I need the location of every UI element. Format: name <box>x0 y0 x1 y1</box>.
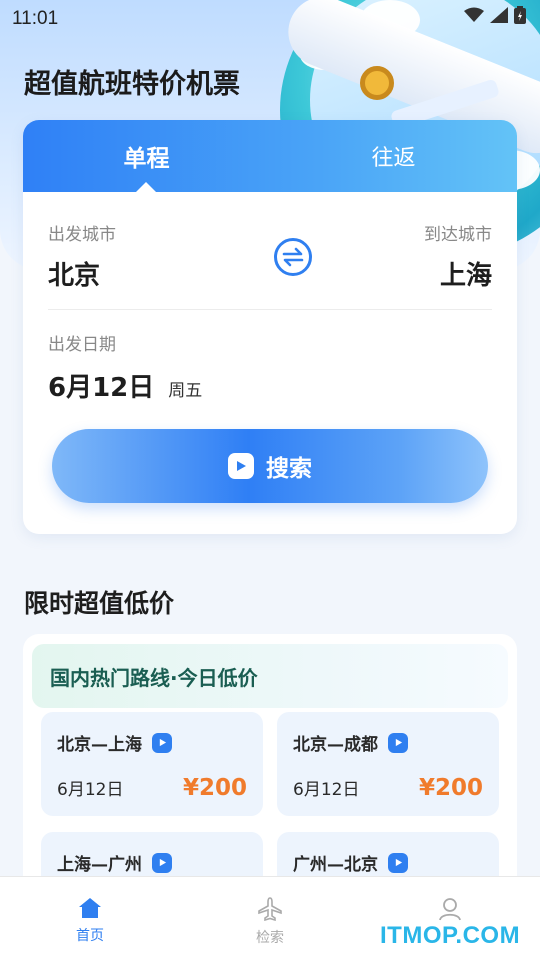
signal-icon <box>490 7 508 23</box>
user-icon <box>439 898 461 921</box>
deals-header: 国内热门路线·今日低价 <box>32 644 508 708</box>
date-value: 6月12日 <box>48 373 155 403</box>
route-date: 6月12日 <box>57 780 124 800</box>
search-card: 单程 往返 出发城市 北京 到达城市 上海 出发日期 6月12日 周五 搜索 <box>23 120 517 534</box>
play-icon <box>152 732 172 753</box>
route-card[interactable]: 北京—上海 6月12日 ¥200 <box>41 712 263 816</box>
wifi-icon <box>464 7 484 22</box>
departure-city-name: 北京 <box>48 261 101 291</box>
active-tab-pointer <box>135 182 157 193</box>
city-selector: 出发城市 北京 到达城市 上海 <box>48 220 492 310</box>
swap-cities-button[interactable] <box>274 238 312 276</box>
tab-round-trip[interactable]: 往返 <box>270 120 517 192</box>
page-title: 超值航班特价机票 <box>24 69 240 100</box>
arrival-label: 到达城市 <box>424 225 492 245</box>
date-label: 出发日期 <box>48 335 116 355</box>
arrival-city[interactable]: 到达城市 上海 <box>424 220 492 292</box>
arrival-city-name: 上海 <box>439 261 492 291</box>
play-icon <box>228 453 254 479</box>
trip-type-tabs: 单程 往返 <box>23 120 517 193</box>
route-price: ¥200 <box>182 775 247 801</box>
home-icon <box>79 898 101 918</box>
departure-date[interactable]: 出发日期 6月12日 周五 <box>48 330 202 404</box>
search-button[interactable]: 搜索 <box>52 429 488 503</box>
play-icon <box>388 732 408 753</box>
route-price: ¥200 <box>418 775 483 801</box>
battery-icon <box>514 6 526 24</box>
nav-label: 首页 <box>76 928 104 944</box>
swap-icon <box>282 247 304 267</box>
route-name: 上海—广州 <box>57 855 142 875</box>
nav-label: 检索 <box>256 930 284 946</box>
play-icon <box>152 852 172 873</box>
departure-city[interactable]: 出发城市 北京 <box>48 220 116 292</box>
nav-item-search[interactable]: 检索 <box>180 877 360 960</box>
route-name: 北京—上海 <box>57 735 142 755</box>
route-name: 广州—北京 <box>293 855 378 875</box>
date-weekday: 周五 <box>168 381 203 401</box>
route-date: 6月12日 <box>293 780 360 800</box>
route-card[interactable]: 北京—成都 6月12日 ¥200 <box>277 712 499 816</box>
search-button-label: 搜索 <box>266 456 312 482</box>
deals-header-text: 国内热门路线·今日低价 <box>50 665 258 690</box>
status-time: 11:01 <box>12 8 59 29</box>
departure-label: 出发城市 <box>48 225 116 245</box>
status-icons <box>464 6 526 24</box>
watermark: ITMOP.COM <box>380 922 521 949</box>
plane-icon <box>258 897 282 921</box>
route-name: 北京—成都 <box>293 735 378 755</box>
play-icon <box>388 852 408 873</box>
deals-section-title: 限时超值低价 <box>24 589 175 618</box>
nav-item-home[interactable]: 首页 <box>0 877 180 960</box>
deals-card: 国内热门路线·今日低价 北京—上海 6月12日 ¥200 北京—成都 6月12日… <box>23 634 517 894</box>
